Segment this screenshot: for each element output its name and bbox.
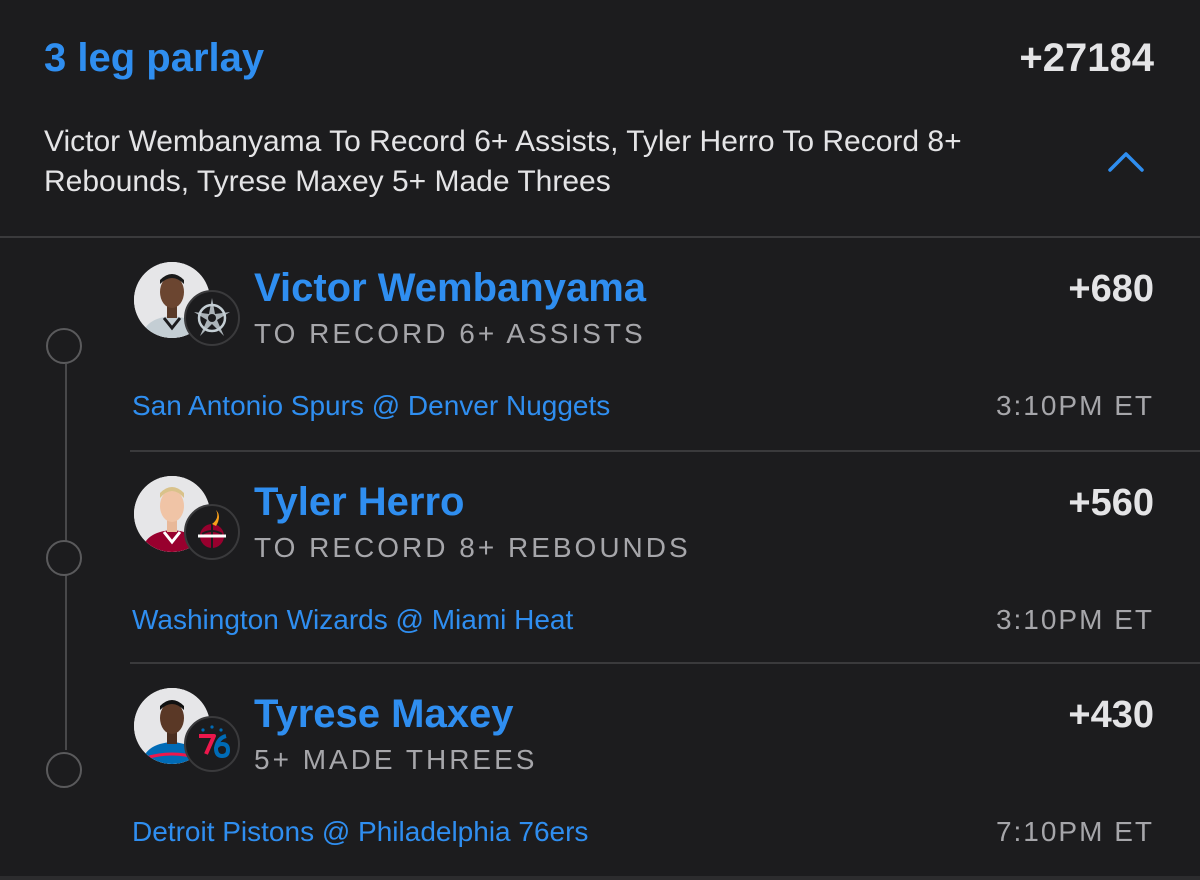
- player-name[interactable]: Tyrese Maxey: [254, 692, 513, 737]
- market-label: TO RECORD 6+ ASSISTS: [254, 318, 646, 349]
- timeline-node: [46, 328, 82, 364]
- leg-odds: +430: [1068, 694, 1154, 736]
- spurs-logo-icon: [184, 290, 240, 346]
- matchup-link[interactable]: San Antonio Spurs @ Denver Nuggets: [132, 390, 610, 422]
- chevron-up-icon[interactable]: [1104, 146, 1148, 176]
- player-name[interactable]: Tyler Herro: [254, 480, 464, 525]
- leg-row[interactable]: Victor Wembanyama TO RECORD 6+ ASSISTS +…: [130, 238, 1200, 450]
- timeline-node: [46, 540, 82, 576]
- parlay-header[interactable]: 3 leg parlay +27184 Victor Wembanyama To…: [0, 0, 1200, 238]
- market-label: TO RECORD 8+ REBOUNDS: [254, 532, 691, 563]
- market-label: 5+ MADE THREES: [254, 744, 538, 775]
- leg-row[interactable]: Tyler Herro TO RECORD 8+ REBOUNDS +560 W…: [130, 452, 1200, 664]
- leg-odds: +560: [1068, 482, 1154, 524]
- heat-logo-icon: [184, 504, 240, 560]
- parlay-total-odds: +27184: [1019, 36, 1154, 80]
- game-time: 3:10PM ET: [995, 604, 1154, 635]
- leg-odds: +680: [1068, 268, 1154, 310]
- leg-row[interactable]: Tyrese Maxey 5+ MADE THREES +430 Detroit…: [130, 664, 1200, 876]
- player-name[interactable]: Victor Wembanyama: [254, 266, 646, 311]
- timeline-node: [46, 752, 82, 788]
- game-time: 3:10PM ET: [995, 390, 1154, 421]
- parlay-title: 3 leg parlay: [44, 36, 265, 80]
- parlay-summary: Victor Wembanyama To Record 6+ Assists, …: [44, 125, 962, 198]
- matchup-link[interactable]: Detroit Pistons @ Philadelphia 76ers: [132, 816, 588, 848]
- game-time: 7:10PM ET: [995, 816, 1154, 847]
- matchup-link[interactable]: Washington Wizards @ Miami Heat: [132, 604, 573, 636]
- bottom-divider: [0, 876, 1200, 880]
- sixers-logo-icon: [184, 716, 240, 772]
